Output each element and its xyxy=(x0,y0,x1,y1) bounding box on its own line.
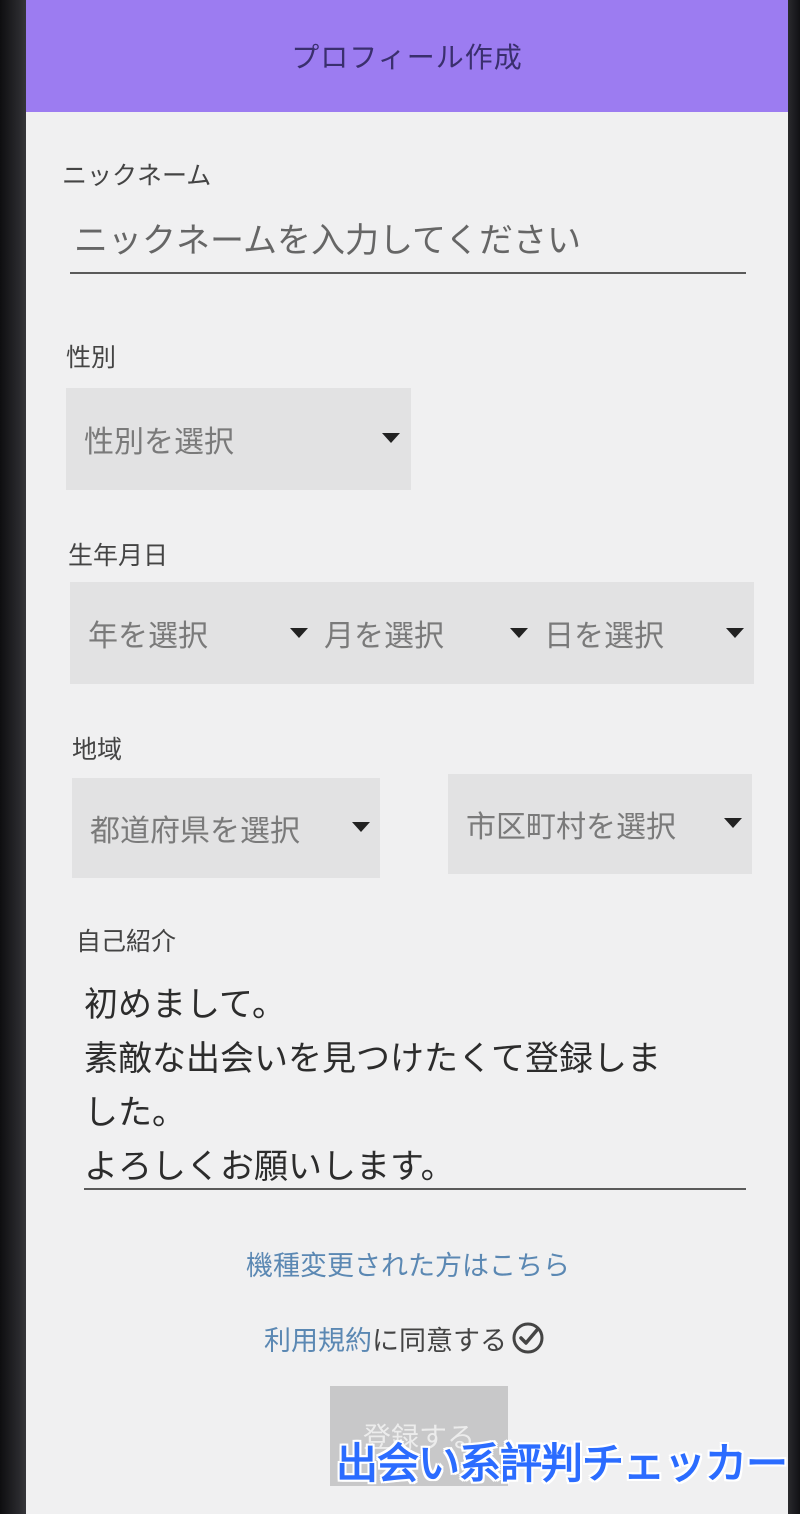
device-bezel-right xyxy=(786,0,800,1514)
watermark-text: 出会い系評判チェッカー xyxy=(336,1439,788,1488)
check-circle-icon[interactable] xyxy=(511,1321,545,1355)
terms-agreement: 利用規約 に同意する xyxy=(264,1318,545,1358)
region-label: 地域 xyxy=(72,735,123,764)
birthday-select-group: 年を選択 月を選択 日を選択 xyxy=(70,582,754,684)
terms-agree-text: に同意する xyxy=(372,1325,507,1357)
chevron-down-icon xyxy=(382,433,400,443)
device-bezel-left xyxy=(0,0,28,1514)
birth-month-value: 月を選択 xyxy=(324,619,444,654)
bio-textarea[interactable]: 初めまして。 素敵な出会いを見つけたくて登録しま した。 よろしくお願いします。 xyxy=(84,978,746,1190)
gender-select[interactable]: 性別を選択 xyxy=(66,388,411,490)
page-title: プロフィール作成 xyxy=(291,41,523,74)
device-change-link[interactable]: 機種変更された方はこちら xyxy=(246,1244,570,1283)
birth-month-select[interactable]: 月を選択 xyxy=(306,582,528,684)
chevron-down-icon xyxy=(352,822,370,832)
city-select[interactable]: 市区町村を選択 xyxy=(448,774,752,874)
birth-day-value: 日を選択 xyxy=(544,619,664,654)
birth-day-select[interactable]: 日を選択 xyxy=(526,582,754,684)
nickname-label: ニックネーム xyxy=(62,161,212,190)
prefecture-value: 都道府県を選択 xyxy=(90,814,300,849)
city-value: 市区町村を選択 xyxy=(466,810,676,845)
gender-select-value: 性別を選択 xyxy=(84,425,234,460)
birthday-label: 生年月日 xyxy=(68,541,169,570)
prefecture-select[interactable]: 都道府県を選択 xyxy=(72,778,380,878)
screen: プロフィール作成 ニックネーム 性別 性別を選択 生年月日 年を選択 月を選択 … xyxy=(26,0,788,1514)
birth-year-select[interactable]: 年を選択 xyxy=(70,582,310,684)
terms-link[interactable]: 利用規約 xyxy=(264,1319,372,1358)
nickname-input[interactable] xyxy=(70,220,746,274)
app-bar: プロフィール作成 xyxy=(26,0,788,112)
chevron-down-icon xyxy=(726,628,744,638)
chevron-down-icon xyxy=(724,818,742,828)
birth-year-value: 年を選択 xyxy=(88,619,208,654)
gender-label: 性別 xyxy=(66,343,117,372)
bio-label: 自己紹介 xyxy=(76,927,177,956)
